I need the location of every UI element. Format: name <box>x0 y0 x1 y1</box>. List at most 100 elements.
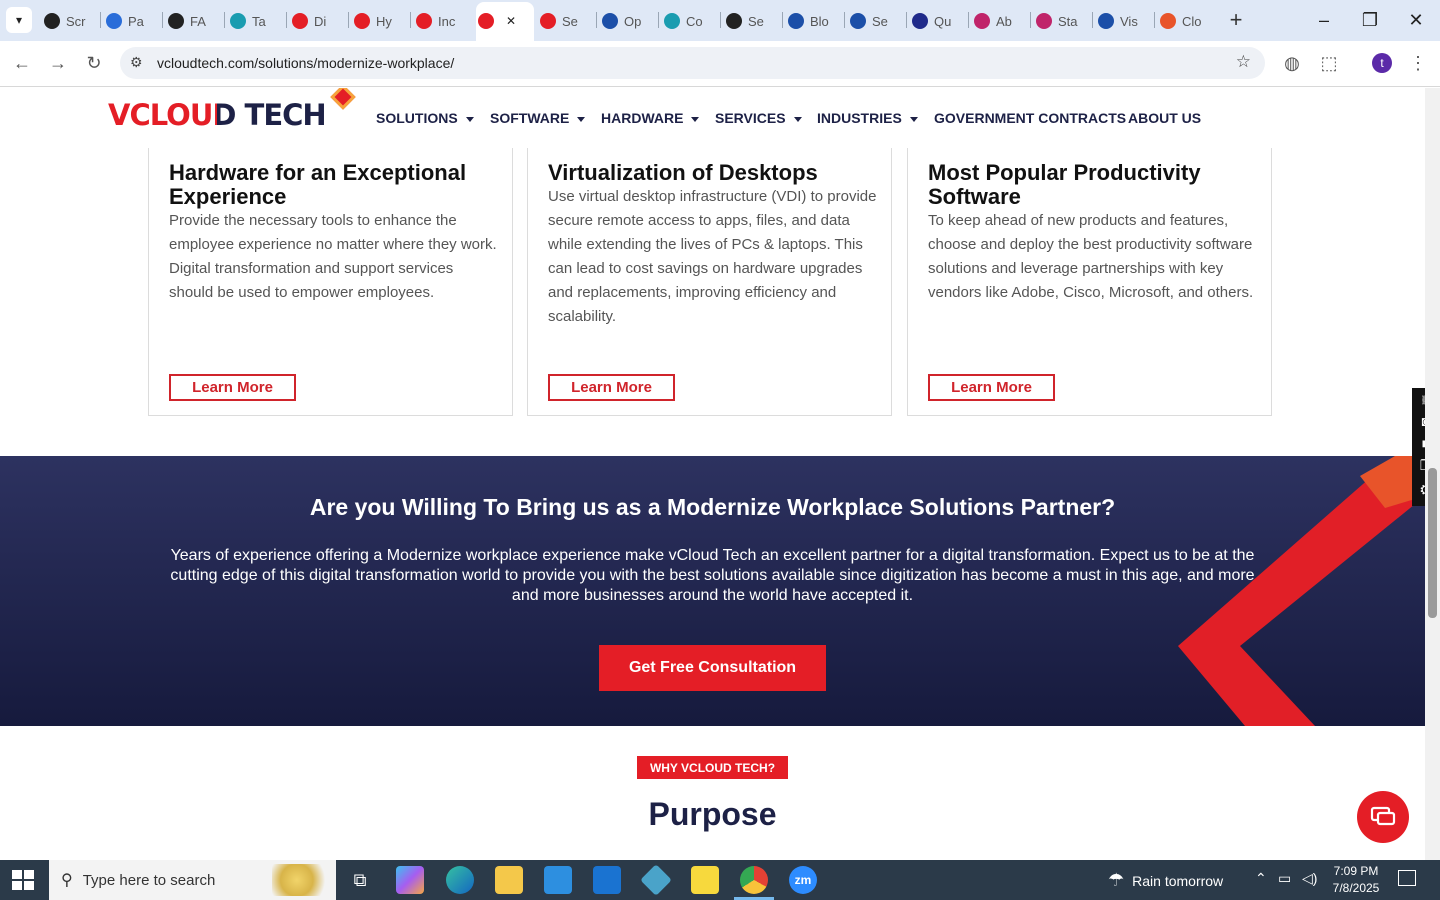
web-page: VCLOUD TECH SOLUTIONS SOFTWARE HARDWARE SER… <box>0 88 1425 860</box>
nav-item-about-us[interactable]: ABOUT US <box>1128 110 1201 126</box>
tab-separator <box>906 12 907 28</box>
nav-item-industries[interactable]: INDUSTRIES <box>817 110 918 126</box>
file-explorer-icon[interactable] <box>495 866 523 894</box>
tab-close-icon[interactable]: ✕ <box>506 14 516 28</box>
tab-separator <box>410 12 411 28</box>
tab-title: Di <box>314 13 327 29</box>
browser-tab[interactable]: Di <box>292 8 342 34</box>
browser-tab[interactable]: Se <box>850 8 900 34</box>
tab-separator <box>844 12 845 28</box>
browser-tab[interactable]: Se <box>726 8 776 34</box>
app-icon[interactable] <box>640 864 672 896</box>
tab-active-content[interactable]: ✕ <box>478 8 528 34</box>
browser-tab[interactable]: Ab <box>974 8 1024 34</box>
scroll-thumb[interactable] <box>1428 468 1437 618</box>
close-window-button[interactable]: ✕ <box>1396 6 1436 34</box>
chrome-icon[interactable] <box>740 866 768 894</box>
profile-avatar[interactable]: t <box>1372 53 1392 73</box>
tab-title: Hy <box>376 13 392 29</box>
tab-title: Co <box>686 13 703 29</box>
new-tab-button[interactable]: + <box>1224 8 1248 32</box>
mail-icon[interactable] <box>593 866 621 894</box>
browser-tab[interactable]: Clo <box>1160 8 1210 34</box>
reload-button[interactable]: ↻ <box>80 49 108 77</box>
tab-separator <box>782 12 783 28</box>
vcloud-logo[interactable]: VCLOUD TECH <box>108 88 356 132</box>
learn-more-button[interactable]: Learn More <box>169 374 296 401</box>
store-icon[interactable] <box>544 866 572 894</box>
tab-title: FA <box>190 13 206 29</box>
rain-cloud-icon: ☂ <box>1108 870 1125 890</box>
browser-tab[interactable]: Co <box>664 8 714 34</box>
tab-separator <box>162 12 163 28</box>
tab-title: Clo <box>1182 13 1202 29</box>
browser-tab[interactable]: Op <box>602 8 652 34</box>
nav-item-software[interactable]: SOFTWARE <box>490 110 586 126</box>
browser-tab[interactable]: Vis <box>1098 8 1148 34</box>
scrollbar[interactable] <box>1425 88 1440 860</box>
nav-item-government-contracts[interactable]: GOVERNMENT CONTRACTS <box>934 110 1126 126</box>
tab-search-button[interactable]: ▾ <box>6 7 32 33</box>
tab-separator <box>100 12 101 28</box>
edge-icon[interactable] <box>446 866 474 894</box>
browser-tab[interactable]: Qu <box>912 8 962 34</box>
nav-item-solutions[interactable]: SOLUTIONS <box>376 110 474 126</box>
extensions-icon[interactable]: ⬚ <box>1315 49 1343 77</box>
learn-more-button[interactable]: Learn More <box>548 374 675 401</box>
card-title: Virtualization of Desktops <box>548 160 818 185</box>
browser-toolbar: ← → ↻ ⚙ vcloudtech.com/solutions/moderni… <box>0 41 1440 87</box>
browser-tab[interactable]: FA <box>168 8 218 34</box>
clock[interactable]: 7:09 PM 7/8/2025 <box>1326 863 1386 897</box>
weather-widget[interactable]: ☂ Rain tomorrow <box>1108 870 1223 891</box>
chevron-down-icon <box>909 116 918 122</box>
tab-favicon-icon <box>354 13 370 29</box>
url-text[interactable]: vcloudtech.com/solutions/modernize-workp… <box>157 55 454 71</box>
nav-item-services[interactable]: SERVICES <box>715 110 802 126</box>
taskbar-search[interactable]: ⚲ Type here to search <box>49 860 336 900</box>
banner-heading: Are you Willing To Bring us as a Moderni… <box>309 494 1116 520</box>
tab-favicon-icon <box>912 13 928 29</box>
notification-icon[interactable] <box>1398 870 1416 886</box>
browser-tab[interactable]: Se <box>540 8 590 34</box>
sticky-notes-icon[interactable] <box>691 866 719 894</box>
card-body: Use virtual desktop infrastructure (VDI)… <box>548 188 877 325</box>
tab-favicon-icon <box>602 13 618 29</box>
browser-tab[interactable]: Pa <box>106 8 156 34</box>
site-info-icon[interactable]: ⚙ <box>130 54 143 71</box>
show-hidden-icons[interactable]: ⌃ <box>1255 870 1267 887</box>
bookmark-star-icon[interactable]: ☆ <box>1236 52 1251 72</box>
task-view-icon[interactable]: ⧉ <box>346 866 374 894</box>
menu-icon[interactable]: ⋮ <box>1404 49 1432 77</box>
address-bar[interactable]: ⚙ vcloudtech.com/solutions/modernize-wor… <box>120 47 1265 79</box>
browser-tab[interactable]: Hy <box>354 8 404 34</box>
browser-tab[interactable]: Scr <box>44 8 94 34</box>
chevron-down-icon <box>793 116 802 122</box>
nav-item-label: GOVERNMENT CONTRACTS <box>934 110 1127 126</box>
tab-separator <box>596 12 597 28</box>
tab-favicon-icon <box>416 13 432 29</box>
back-button[interactable]: ← <box>8 49 36 77</box>
partner-banner: Are you Willing To Bring us as a Moderni… <box>0 456 1425 726</box>
minimize-button[interactable]: – <box>1304 6 1344 34</box>
translate-icon[interactable]: ◍ <box>1278 49 1306 77</box>
card-body: Provide the necessary tools to enhance t… <box>169 212 497 301</box>
browser-tab[interactable]: Inc <box>416 8 466 34</box>
start-button[interactable] <box>12 870 34 890</box>
volume-icon[interactable]: ◁) <box>1302 870 1317 887</box>
learn-more-button[interactable]: Learn More <box>928 374 1055 401</box>
browser-tab[interactable]: Blo <box>788 8 838 34</box>
chat-icon <box>1370 806 1396 826</box>
copilot-icon[interactable] <box>396 866 424 894</box>
nav-item-hardware[interactable]: HARDWARE <box>601 110 700 126</box>
maximize-button[interactable]: ❐ <box>1350 6 1390 34</box>
why-badge: WHY VCLOUD TECH? <box>637 756 788 779</box>
browser-tab[interactable]: Sta <box>1036 8 1086 34</box>
site-navbar: VCLOUD TECH SOLUTIONS SOFTWARE HARDWARE SER… <box>0 88 1425 148</box>
card-title: Most Popular Productivity Software <box>928 160 1201 209</box>
get-free-consultation-button[interactable]: Get Free Consultation <box>599 645 826 691</box>
forward-button[interactable]: → <box>44 49 72 77</box>
zoom-icon[interactable]: zm <box>789 866 817 894</box>
browser-tab[interactable]: Ta <box>230 8 280 34</box>
network-icon[interactable]: ▭ <box>1278 870 1291 887</box>
chat-button[interactable] <box>1357 791 1409 843</box>
